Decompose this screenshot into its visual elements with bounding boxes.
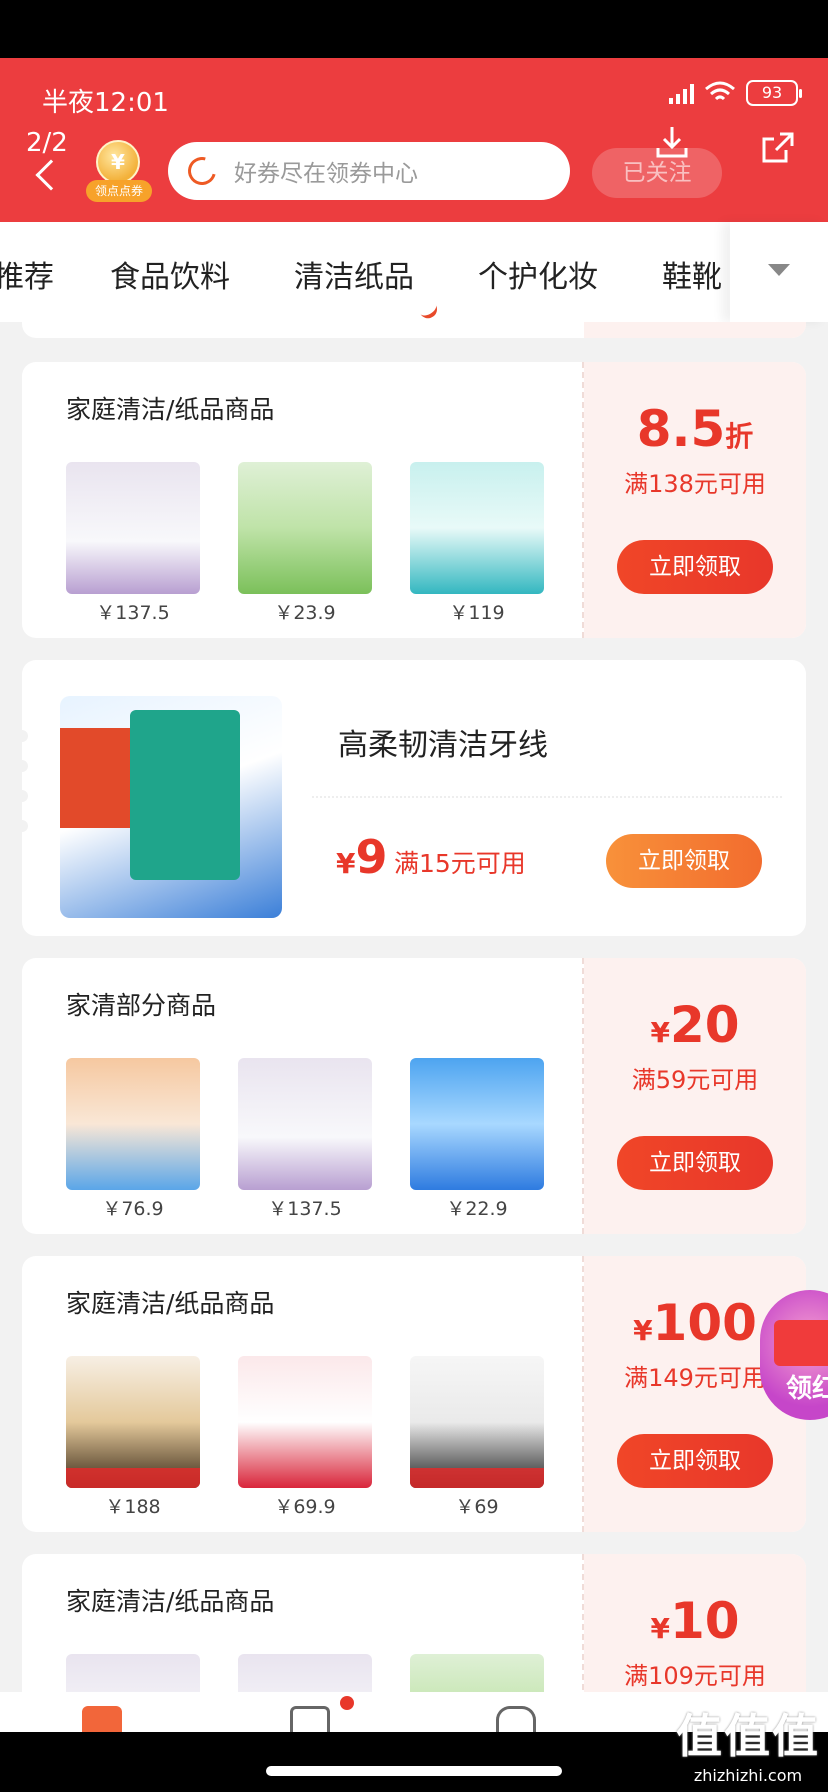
claim-button[interactable]: 立即领取 — [617, 540, 773, 594]
floss-title: 高柔韧清洁牙线 — [338, 728, 548, 763]
battery-icon: 93 — [746, 80, 802, 106]
product-item[interactable] — [66, 1654, 200, 1692]
coupon-condition: 满59元可用 — [631, 1066, 759, 1094]
home-indicator[interactable] — [266, 1766, 562, 1776]
download-icon[interactable] — [654, 124, 690, 160]
search-placeholder: 好券尽在领券中心 — [234, 161, 418, 187]
home-icon[interactable] — [82, 1706, 122, 1732]
top-black-band — [0, 0, 828, 58]
product-price: ￥137.5 — [268, 1198, 342, 1220]
coupon-condition: 满109元可用 — [624, 1662, 766, 1690]
profile-icon[interactable] — [496, 1706, 536, 1732]
product-price: ￥23.9 — [274, 602, 336, 624]
discount-value: ¥20 — [650, 996, 740, 1054]
claim-button[interactable]: 立即领取 — [617, 1136, 773, 1190]
product-item[interactable]: ￥22.9 — [410, 1058, 544, 1221]
product-price: ￥69 — [455, 1496, 499, 1518]
coupon-card: 家庭清洁/纸品商品 ￥137.5 ￥23.9 ￥119 8.5折 满138元可用 — [22, 362, 806, 638]
category-tabs: 推荐 食品饮料 清洁纸品 个护化妆 鞋靴 — [0, 222, 828, 322]
product-item[interactable]: ￥119 — [410, 462, 544, 625]
signal-icon — [669, 82, 694, 104]
product-item[interactable]: ￥69.9 — [238, 1356, 372, 1519]
coupon-condition: 满138元可用 — [624, 470, 766, 498]
coin-label: 领点点券 — [86, 180, 152, 202]
floating-promo-label: 领红 — [786, 1374, 828, 1404]
floss-condition: 满15元可用 — [394, 849, 526, 878]
product-image — [66, 462, 200, 594]
product-item[interactable]: ￥137.5 — [238, 1058, 372, 1221]
tabs-dropdown-button[interactable] — [730, 222, 828, 322]
product-image — [66, 1356, 200, 1488]
watermark: 值值值 zhizhizhi.com — [676, 1709, 820, 1785]
coupon-value-panel: 8.5折 满138元可用 立即领取 — [584, 362, 806, 638]
single-product-coupon-card: 高柔韧清洁牙线 ¥9 满15元可用 立即领取 — [16, 660, 806, 936]
floss-price: ¥9 — [336, 830, 388, 884]
floating-red-packet[interactable]: 领红 — [760, 1290, 828, 1420]
coupon-value-panel: ¥20 满59元可用 立即领取 — [584, 958, 806, 1234]
product-image — [238, 462, 372, 594]
tab-food[interactable]: 食品饮料 — [110, 252, 230, 296]
card-title: 家庭清洁/纸品商品 — [66, 395, 275, 424]
product-image — [238, 1058, 372, 1190]
card-title: 家庭清洁/纸品商品 — [66, 1587, 275, 1616]
search-icon — [182, 151, 222, 191]
wifi-icon — [705, 81, 735, 101]
coupon-card: 家庭清洁/纸品商品 ￥188 ￥69.9 ￥69 ¥100 满149元可用 立即… — [22, 1256, 806, 1532]
coin-icon: ¥ — [96, 140, 140, 184]
product-item[interactable]: ￥23.9 — [238, 462, 372, 625]
status-time: 半夜12:01 — [42, 88, 169, 118]
product-price: ￥137.5 — [96, 602, 170, 624]
product-image — [410, 1654, 544, 1692]
tab-cleaning[interactable]: 清洁纸品 — [294, 252, 414, 296]
discover-icon[interactable] — [290, 1706, 330, 1732]
coupon-card: 家清部分商品 ￥76.9 ￥137.5 ￥22.9 ¥20 满59元可用 立即领… — [22, 958, 806, 1234]
back-chevron-icon — [35, 159, 67, 191]
product-item[interactable]: ￥137.5 — [66, 462, 200, 625]
tab-shoes[interactable]: 鞋靴 — [662, 252, 722, 296]
tab-active-indicator — [417, 300, 441, 322]
back-button[interactable]: 2/2 — [26, 128, 76, 198]
header: 半夜12:01 93 2/2 ¥ 领点点券 好券尽在领券中心 已关注 — [0, 58, 828, 230]
product-image — [66, 1654, 200, 1692]
product-price: ￥119 — [449, 602, 505, 624]
product-item[interactable]: ￥69 — [410, 1356, 544, 1519]
product-image — [238, 1654, 372, 1692]
discount-value: ¥10 — [650, 1592, 740, 1650]
coupon-list: 家庭清洁/纸品商品 ￥137.5 ￥23.9 ￥119 8.5折 满138元可用 — [0, 322, 828, 1692]
chevron-down-icon — [768, 264, 790, 276]
product-image — [238, 1356, 372, 1488]
product-item[interactable]: ￥188 — [66, 1356, 200, 1519]
coupon-value-panel: ¥10 满109元可用 — [584, 1554, 806, 1692]
product-image — [410, 1356, 544, 1488]
status-icons: 93 — [669, 80, 802, 106]
card-title: 家清部分商品 — [66, 991, 217, 1020]
notification-dot — [340, 1696, 354, 1710]
product-price: ￥22.9 — [446, 1198, 508, 1220]
coupon-points-badge[interactable]: ¥ 领点点券 — [86, 140, 152, 202]
card-title: 家庭清洁/纸品商品 — [66, 1289, 275, 1318]
red-envelope-icon — [774, 1320, 828, 1366]
coupon-card-partial — [22, 322, 806, 338]
product-image — [410, 1058, 544, 1190]
product-image — [66, 1058, 200, 1190]
product-item[interactable] — [238, 1654, 372, 1692]
product-price: ￥76.9 — [102, 1198, 164, 1220]
product-price: ￥188 — [105, 1496, 161, 1518]
claim-button[interactable]: 立即领取 — [617, 1434, 773, 1488]
search-bar[interactable]: 好券尽在领券中心 — [168, 142, 570, 200]
coupon-card: 家庭清洁/纸品商品 ¥10 满109元可用 — [22, 1554, 806, 1692]
product-item[interactable]: ￥76.9 — [66, 1058, 200, 1221]
share-icon[interactable] — [760, 130, 796, 164]
discount-value: 8.5折 — [636, 400, 754, 458]
product-item[interactable] — [410, 1654, 544, 1692]
floss-product-image[interactable] — [60, 696, 282, 918]
claim-button[interactable]: 立即领取 — [606, 834, 762, 888]
page-counter: 2/2 — [26, 128, 68, 158]
product-price: ￥69.9 — [274, 1496, 336, 1518]
product-image — [410, 462, 544, 594]
tab-recommend[interactable]: 推荐 — [0, 252, 54, 296]
tab-personal-care[interactable]: 个护化妆 — [478, 252, 598, 296]
